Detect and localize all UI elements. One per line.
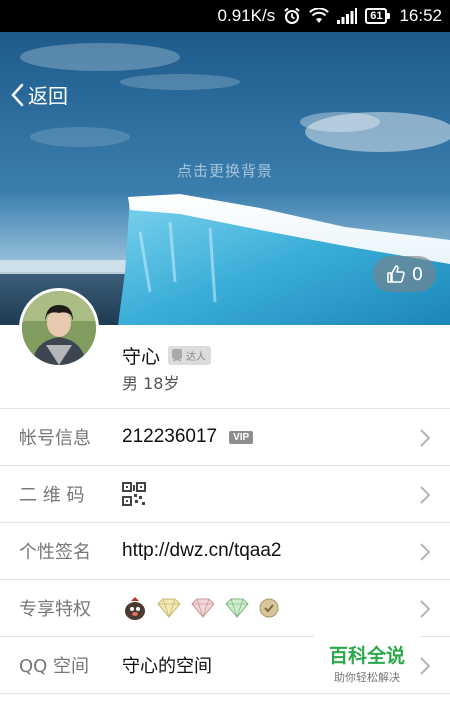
expert-badge[interactable]: 达人 bbox=[168, 346, 212, 365]
row-qr-code[interactable]: 二 维 码 bbox=[0, 466, 450, 523]
row-account-info[interactable]: 帐号信息 212236017 VIP bbox=[0, 409, 450, 466]
alarm-icon bbox=[283, 7, 301, 25]
battery-icon: 61 bbox=[365, 8, 391, 24]
user-name: 守心 bbox=[122, 346, 161, 368]
like-button[interactable]: 0 bbox=[373, 256, 436, 292]
chevron-left-icon bbox=[11, 83, 24, 106]
watermark: 百科全说 助你轻松解决 bbox=[314, 636, 420, 686]
diamond-pink-icon bbox=[191, 598, 215, 619]
qr-code-icon bbox=[122, 482, 146, 506]
diamond-yellow-icon bbox=[157, 598, 181, 619]
avatar-image bbox=[22, 291, 96, 365]
qq-number: 212236017 bbox=[122, 426, 218, 447]
vip-badge: VIP bbox=[229, 430, 254, 444]
row-label: 专享特权 bbox=[19, 599, 91, 620]
row-value bbox=[122, 482, 146, 506]
diamond-green-icon bbox=[225, 598, 249, 619]
row-label: QQ 空间 bbox=[19, 656, 90, 677]
row-label: 个性签名 bbox=[19, 542, 91, 563]
watermark-title: 百科全说 bbox=[328, 645, 405, 667]
chevron-right-icon bbox=[420, 486, 431, 504]
back-button[interactable]: 返回 bbox=[10, 80, 68, 109]
name-row: 守心 达人 bbox=[122, 342, 212, 369]
medal-icon bbox=[259, 598, 279, 618]
chevron-right-icon bbox=[420, 657, 431, 675]
profile-banner[interactable]: 返回 点击更换背景 0 bbox=[0, 32, 450, 325]
row-value: 212236017 VIP bbox=[122, 426, 254, 448]
chevron-right-icon bbox=[420, 543, 431, 561]
watermark-subtitle: 助你轻松解决 bbox=[334, 671, 400, 684]
profile-screen: 0.91K/s 61 16:52 返回 点击更换背景 0 守心 达人 男 18岁… bbox=[0, 0, 450, 711]
row-label: 二 维 码 bbox=[19, 485, 85, 506]
back-label: 返回 bbox=[28, 84, 68, 108]
wifi-icon bbox=[309, 8, 330, 24]
row-signature[interactable]: 个性签名 http://dwz.cn/tqaa2 bbox=[0, 523, 450, 580]
change-background-hint[interactable]: 点击更换背景 bbox=[0, 160, 450, 181]
thumbs-up-icon bbox=[386, 265, 405, 283]
privilege-icons bbox=[122, 595, 280, 621]
signal-icon bbox=[337, 8, 358, 24]
status-bar: 0.91K/s 61 16:52 bbox=[0, 0, 450, 32]
network-speed: 0.91K/s bbox=[217, 6, 276, 25]
like-count: 0 bbox=[411, 263, 424, 285]
mole-icon bbox=[125, 597, 145, 620]
clock: 16:52 bbox=[399, 6, 442, 25]
expert-badge-label: 达人 bbox=[186, 352, 207, 363]
expert-icon bbox=[172, 349, 183, 362]
chevron-right-icon bbox=[420, 600, 431, 618]
chevron-right-icon bbox=[420, 429, 431, 447]
signature-value: http://dwz.cn/tqaa2 bbox=[122, 540, 282, 561]
row-label: 帐号信息 bbox=[19, 428, 91, 449]
gender-age: 男 18岁 bbox=[122, 374, 180, 393]
qzone-value: 守心的空间 bbox=[122, 656, 212, 677]
avatar[interactable] bbox=[19, 288, 99, 368]
row-privileges[interactable]: 专享特权 bbox=[0, 580, 450, 637]
